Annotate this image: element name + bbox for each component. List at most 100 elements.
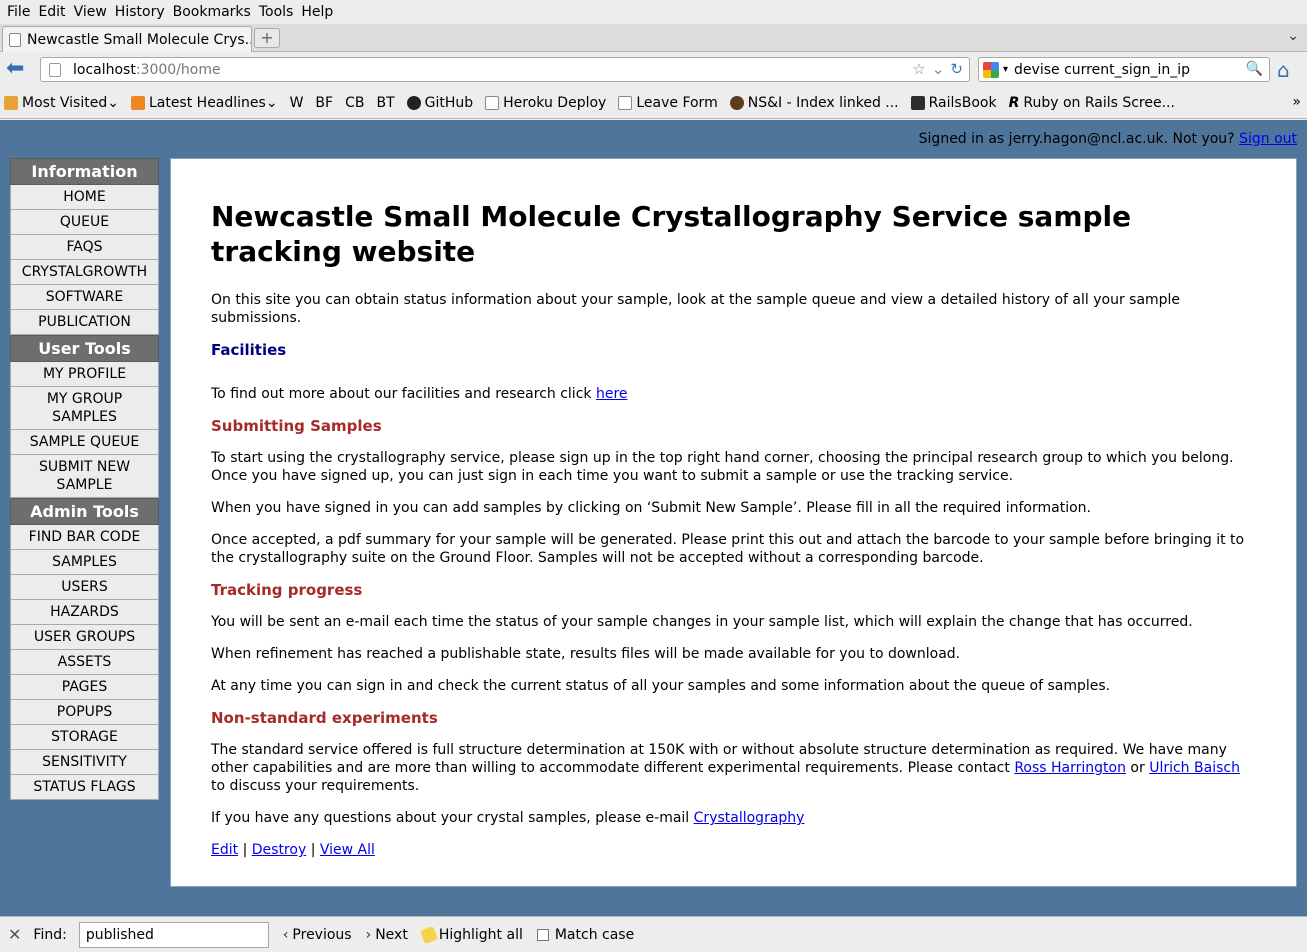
google-icon[interactable] xyxy=(983,61,999,78)
sidebar-item-queue[interactable]: QUEUE xyxy=(10,210,159,235)
destroy-link[interactable]: Destroy xyxy=(252,842,306,858)
search-bar[interactable]: ▾ devise current_sign_in_ip 🔍 xyxy=(978,57,1270,82)
sidebar-item-my-profile[interactable]: MY PROFILE xyxy=(10,362,159,387)
page-title: Newcastle Small Molecule Crystallography… xyxy=(211,200,1132,268)
reload-icon[interactable]: ↻ xyxy=(950,60,963,78)
tracking-paragraph-2: When refinement has reached a publishabl… xyxy=(211,646,961,662)
sidebar-item-find-bar-code[interactable]: FIND BAR CODE xyxy=(10,525,159,550)
crystallography-email-link[interactable]: Crystallography xyxy=(694,810,805,826)
menu-file[interactable]: File xyxy=(4,4,33,20)
view-all-link[interactable]: View All xyxy=(320,842,375,858)
submitting-heading: Submitting Samples xyxy=(211,417,382,435)
facilities-text: To find out more about our facilities an… xyxy=(211,386,628,402)
sidebar-item-faqs[interactable]: FAQS xyxy=(10,235,159,260)
sidebar-item-status-flags[interactable]: STATUS FLAGS xyxy=(10,775,159,800)
find-previous-button[interactable]: ‹ Previous xyxy=(283,927,352,943)
sidebar-heading-admin-tools: Admin Tools xyxy=(10,498,159,525)
main-content: Newcastle Small Molecule Crystallography… xyxy=(170,158,1297,887)
find-bar: ✕ Find: published ‹ Previous › Next Highli… xyxy=(0,916,1307,952)
tab-title: Newcastle Small Molecule Crys... xyxy=(27,31,252,48)
tab-list-chevron-icon[interactable]: ⌄ xyxy=(1287,28,1299,44)
sidebar-item-software[interactable]: SOFTWARE xyxy=(10,285,159,310)
bookmark-github[interactable]: GitHub xyxy=(406,95,473,111)
menu-edit[interactable]: Edit xyxy=(35,4,68,20)
github-icon xyxy=(406,96,421,110)
contact-ross-link[interactable]: Ross Harrington xyxy=(1014,760,1126,776)
menu-help[interactable]: Help xyxy=(298,4,336,20)
checkbox-icon[interactable] xyxy=(536,928,549,941)
menu-bar: File Edit View History Bookmarks Tools H… xyxy=(0,0,1307,24)
sign-out-link[interactable]: Sign out xyxy=(1239,131,1297,147)
sidebar-item-pages[interactable]: PAGES xyxy=(10,675,159,700)
sidebar-item-sample-queue[interactable]: SAMPLE QUEUE xyxy=(10,430,159,455)
bookmark-wikipedia[interactable]: W xyxy=(290,95,304,111)
navigation-bar: ⬅ localhost :3000/home ☆ ⌄ ↻ ▾ devise cu… xyxy=(0,53,1307,87)
tracking-heading: Tracking progress xyxy=(211,581,363,599)
find-input[interactable]: published xyxy=(78,921,269,948)
bookmark-ror-screencasts[interactable]: R Ruby on Rails Scree... xyxy=(1009,95,1175,111)
sidebar-item-sensitivity[interactable]: SENSITIVITY xyxy=(10,750,159,775)
menu-bookmarks[interactable]: Bookmarks xyxy=(170,4,254,20)
chevron-right-icon: › xyxy=(365,926,372,943)
bookmark-star-icon[interactable]: ☆ xyxy=(912,60,925,78)
nonstandard-paragraph: The standard service offered is full str… xyxy=(211,742,1240,794)
bookmark-railsbook[interactable]: RailsBook xyxy=(910,95,997,111)
menu-history[interactable]: History xyxy=(112,4,168,20)
ror-r-icon: R xyxy=(1008,95,1020,111)
sidebar-item-submit-new-sample[interactable]: SUBMIT NEW SAMPLE xyxy=(10,455,159,498)
page-icon xyxy=(9,32,21,47)
search-engine-caret-icon[interactable]: ▾ xyxy=(1003,64,1008,75)
tracking-paragraph-3: At any time you can sign in and check th… xyxy=(211,678,1111,694)
bookmarks-overflow-icon[interactable]: » xyxy=(1292,94,1301,110)
bookmark-cb[interactable]: CB xyxy=(345,95,364,111)
search-binoculars-icon[interactable]: 🔍 xyxy=(1246,61,1263,77)
sidebar-item-popups[interactable]: POPUPS xyxy=(10,700,159,725)
close-icon[interactable]: ✕ xyxy=(8,925,21,944)
sidebar-item-storage[interactable]: STORAGE xyxy=(10,725,159,750)
url-bar[interactable]: localhost :3000/home ☆ ⌄ ↻ xyxy=(40,57,970,82)
highlight-all-button[interactable]: Highlight all xyxy=(419,925,523,944)
sidebar-item-crystalgrowth[interactable]: CRYSTALGROWTH xyxy=(10,260,159,285)
submitting-paragraph-1: To start using the crystallography servi… xyxy=(211,450,1234,484)
menu-view[interactable]: View xyxy=(71,4,110,20)
facilities-here-link[interactable]: here xyxy=(596,386,628,402)
bookmark-bt[interactable]: BT xyxy=(376,95,394,111)
back-arrow-icon[interactable]: ⬅ xyxy=(6,58,32,81)
new-tab-button[interactable]: + xyxy=(254,28,280,48)
sidebar-heading-information: Information xyxy=(10,158,159,185)
site-identity-icon[interactable] xyxy=(49,62,61,77)
edit-link[interactable]: Edit xyxy=(211,842,238,858)
sidebar-item-my-group-samples[interactable]: MY GROUP SAMPLES xyxy=(10,387,159,430)
page-icon xyxy=(618,96,633,110)
page-area: Signed in as jerry.hagon@ncl.ac.uk. Not … xyxy=(0,120,1307,916)
sidebar-item-assets[interactable]: ASSETS xyxy=(10,650,159,675)
highlighter-icon xyxy=(419,925,438,944)
bookmark-heroku[interactable]: Heroku Deploy xyxy=(485,95,606,111)
bookmark-leave-form[interactable]: Leave Form xyxy=(618,95,718,111)
sidebar-item-users[interactable]: USERS xyxy=(10,575,159,600)
tab-bar: Newcastle Small Molecule Crys... + ⌄ xyxy=(0,24,1307,52)
intro-text: On this site you can obtain status infor… xyxy=(211,292,1181,326)
match-case-checkbox[interactable]: Match case xyxy=(536,927,634,943)
sidebar-item-user-groups[interactable]: USER GROUPS xyxy=(10,625,159,650)
sidebar-item-publication[interactable]: PUBLICATION xyxy=(10,310,159,335)
sidebar-item-hazards[interactable]: HAZARDS xyxy=(10,600,159,625)
questions-paragraph: If you have any questions about your cry… xyxy=(211,810,805,826)
find-next-button[interactable]: › Next xyxy=(366,927,408,943)
contact-ulrich-link[interactable]: Ulrich Baisch xyxy=(1149,760,1240,776)
bookmark-most-visited[interactable]: Most Visited ⌄ xyxy=(4,95,119,111)
signed-in-status: Signed in as jerry.hagon@ncl.ac.uk. Not … xyxy=(918,131,1297,147)
home-icon[interactable]: ⌂ xyxy=(1277,58,1290,82)
history-dropdown-icon[interactable]: ⌄ xyxy=(932,60,945,78)
bookmark-latest-headlines[interactable]: Latest Headlines ⌄ xyxy=(130,95,278,111)
sidebar-item-home[interactable]: HOME xyxy=(10,185,159,210)
sidebar-item-samples[interactable]: SAMPLES xyxy=(10,550,159,575)
find-label: Find: xyxy=(33,926,67,943)
bookmark-bf[interactable]: BF xyxy=(315,95,333,111)
search-input[interactable]: devise current_sign_in_ip xyxy=(1014,62,1190,78)
tab-active[interactable]: Newcastle Small Molecule Crys... xyxy=(2,26,252,52)
bookmark-nsi[interactable]: NS&I - Index linked ... xyxy=(729,95,899,111)
menu-tools[interactable]: Tools xyxy=(256,4,297,20)
url-path: :3000/home xyxy=(135,61,221,78)
facilities-heading: Facilities xyxy=(211,341,287,359)
